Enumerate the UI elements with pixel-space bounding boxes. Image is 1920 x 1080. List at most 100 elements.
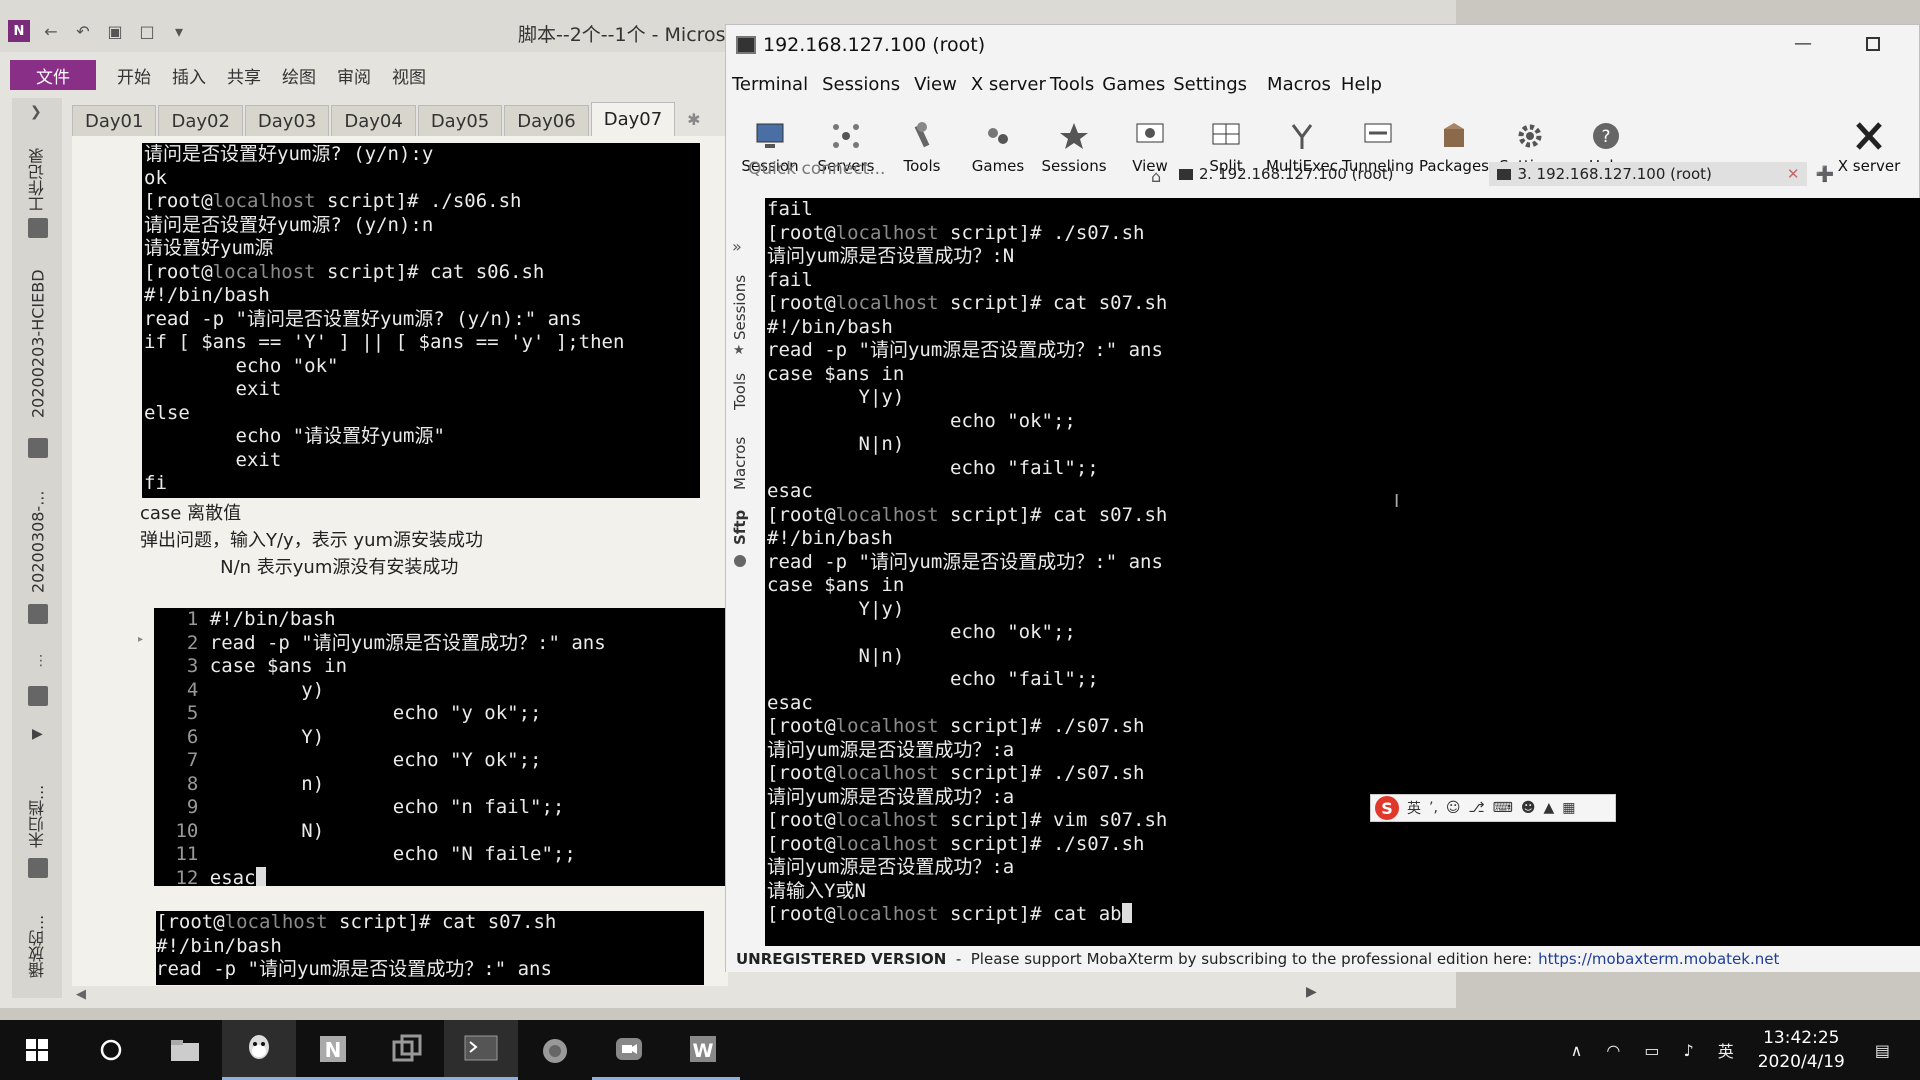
terminal-line: [root@localhost script]# vim s07.sh [767,809,1168,831]
tab-day01[interactable]: Day01 [72,105,157,136]
side-tab-sftp[interactable]: Sftp [728,505,752,545]
section-tab-hciebd[interactable]: 20200203-HCIEBD [26,258,50,418]
ribbon-tab-insert[interactable]: 插入 [172,63,206,88]
expand-icon[interactable]: ❯ [30,104,42,120]
skin-icon[interactable]: ▲ [1543,800,1554,816]
home-icon[interactable]: ⌂ [1151,167,1161,186]
ribbon-tab-view[interactable]: 视图 [392,63,426,88]
start-button[interactable] [0,1020,74,1080]
session-tab-3[interactable]: 3. 192.168.127.100 (root) ✕ [1489,162,1808,186]
terminal-line: exit [144,448,282,471]
mic-icon[interactable]: ⎇ [1469,800,1485,816]
vim-line-code: echo "n fail";; [209,796,565,818]
paragraph-handle-icon[interactable]: ▸ [138,634,143,645]
taskbar-vmware[interactable] [370,1020,444,1080]
keyboard-icon[interactable]: ⌨ [1493,800,1513,816]
note-text-block[interactable]: case 离散值 弹出问题，输入Y/y，表示 yum源安装成功 N/n 表示yu… [140,500,700,581]
tray-overflow-icon[interactable]: ∧ [1571,1041,1583,1060]
menu-settings[interactable]: Settings [1173,74,1247,95]
terminal-output[interactable]: fail [root@localhost script]# ./s07.sh 请问y… [765,198,1920,948]
input-language[interactable]: 英 [1718,1038,1734,1062]
note-line: 弹出问题，输入Y/y，表示 yum源安装成功 [140,530,484,551]
terminal-line: [root@localhost script]# cat s07.sh [767,292,1168,314]
tab-day04[interactable]: Day04 [331,105,416,136]
terminal-line: if [ $ans == 'Y' ] || [ $ans == 'y' ];th… [144,331,625,353]
add-tab-icon[interactable]: ✱ [687,110,700,129]
vim-line-code: esac [209,866,256,887]
menu-sessions[interactable]: Sessions [822,74,900,95]
quick-connect-input[interactable]: Quick connect... [748,159,885,179]
customize-dropdown-icon[interactable]: ▾ [168,20,190,42]
taskbar-onenote[interactable]: N [296,1020,370,1080]
file-tab[interactable]: 文件 [10,60,96,90]
sessions-button[interactable]: Sessions [1036,99,1112,179]
back-icon[interactable]: ← [40,20,62,42]
section-tab-20200308[interactable]: 20200308-... [26,483,50,593]
tab-day03[interactable]: Day03 [244,105,330,136]
wifi-icon[interactable]: ◠ [1606,1041,1620,1060]
tab-day06[interactable]: Day06 [504,105,589,136]
terminal-line: 请问是否设置好yum源? (y/n):n [144,213,434,236]
scroll-right-icon[interactable]: ▶ [1306,984,1317,1000]
page-icon[interactable]: □ [136,20,158,42]
vim-line-code: Y) [209,725,325,748]
section-tab-played[interactable]: 播放的... [26,898,50,978]
notification-icon[interactable]: ▤ [1875,1041,1890,1060]
menu-macros[interactable]: Macros [1267,74,1331,95]
scroll-left-icon[interactable]: ◀ [76,987,86,1002]
maximize-icon[interactable] [1866,37,1880,51]
emoji-icon[interactable]: ☺ [1446,800,1461,816]
search-button[interactable] [74,1020,148,1080]
dock-icon[interactable]: ▣ [104,20,126,42]
camera-icon [616,1037,642,1060]
toolbox-icon[interactable]: ▦ [1562,800,1575,816]
vim-line-number: 4 [164,678,210,701]
taskbar-app-red[interactable] [518,1020,592,1080]
taskbar-qq[interactable] [222,1020,296,1080]
taskbar-word[interactable]: W [666,1020,740,1080]
user-icon[interactable]: ☻ [1521,800,1536,816]
vim-line: 12 esac [164,866,726,887]
minimize-icon[interactable]: — [1794,33,1812,54]
side-tab-macros[interactable]: Macros [728,425,752,490]
sogou-icon[interactable]: S [1375,796,1399,820]
more-icon[interactable]: ⋮ [34,653,48,669]
mobatek-link[interactable]: https://mobaxterm.mobatek.net [1538,950,1779,968]
collapse-sidebar-icon[interactable]: » [732,237,742,256]
menu-terminal[interactable]: Terminal [732,74,808,95]
undo-icon[interactable]: ↶ [72,20,94,42]
play-icon[interactable]: ▶ [32,726,43,742]
menu-help[interactable]: Help [1341,74,1382,95]
ribbon-tab-review[interactable]: 审阅 [337,63,371,88]
taskbar-mobaxterm[interactable] [444,1020,518,1080]
vim-line-number: 12 [164,866,210,887]
menu-view[interactable]: View [914,74,957,95]
tab-day02[interactable]: Day02 [158,105,243,136]
tab-day07[interactable]: Day07 [590,102,676,136]
section-tab-unfiled[interactable]: 未归档... [26,768,50,848]
taskbar-explorer[interactable] [148,1020,222,1080]
xserver-button[interactable]: X server [1831,99,1907,175]
side-tab-tools[interactable]: Tools [728,365,752,410]
tab-day05[interactable]: Day05 [417,105,503,136]
ribbon-tab-draw[interactable]: 绘图 [282,63,316,88]
tools-button[interactable]: Tools [884,99,960,179]
battery-icon[interactable]: ▭ [1644,1041,1659,1060]
new-tab-icon[interactable]: ➕ [1807,162,1842,186]
ribbon-tab-home[interactable]: 开始 [117,63,151,88]
side-tab-sessions[interactable]: Sessions [728,265,752,340]
section-tab-work-log[interactable]: 工作记录 [26,132,50,212]
menu-tools[interactable]: Tools [1050,74,1094,95]
menu-xserver[interactable]: X server [971,74,1046,95]
ime-lang[interactable]: 英 [1407,798,1421,818]
taskbar-video[interactable] [592,1020,666,1080]
clock[interactable]: 13:42:25 2020/4/19 [1758,1026,1845,1074]
punct-icon[interactable]: ’, [1429,800,1438,816]
session-tab-2[interactable]: 2. 192.168.127.100 (root) [1171,162,1401,186]
close-tab-icon[interactable]: ✕ [1787,165,1800,183]
volume-icon[interactable]: ♪ [1683,1041,1693,1060]
menu-games[interactable]: Games [1102,74,1165,95]
ribbon-tab-share[interactable]: 共享 [227,63,261,88]
games-button[interactable]: Games [960,99,1036,179]
horizontal-scrollbar[interactable]: ◀ [70,986,1456,1006]
